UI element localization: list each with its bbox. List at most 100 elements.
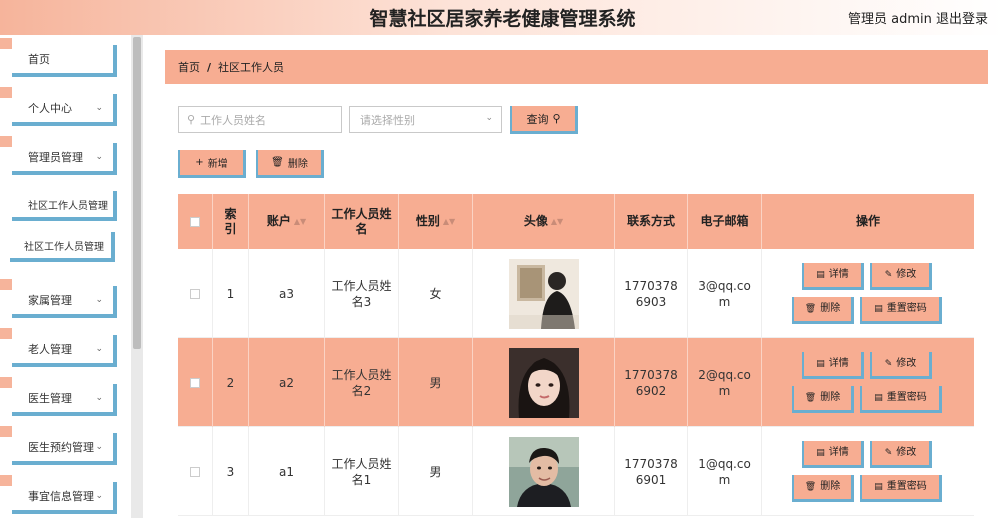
table-row: 2 a2 工作人员姓名2 男 17703786902 2@qq.com ▤ 详情 … — [178, 338, 974, 427]
column-header-phone[interactable]: 联系方式 — [615, 194, 688, 249]
app-header: 智慧社区居家养老健康管理系统 管理员 admin 退出登录 — [0, 0, 1005, 35]
edit-button[interactable]: ✎ 修改 — [870, 352, 932, 379]
column-header-label: 电子邮箱 — [700, 214, 749, 228]
column-header-gender[interactable]: 性别 ▲▼ — [399, 194, 473, 249]
pencil-icon: ✎ — [884, 359, 893, 369]
delete-button-label: 删除 — [820, 481, 841, 492]
reset-password-button-label: 重置密码 — [886, 481, 927, 492]
sidebar-item-staff-management-2[interactable]: 社区工作人员管理 — [10, 232, 115, 262]
column-header-label: 索引 — [224, 206, 237, 236]
logout-link[interactable]: 退出登录 — [936, 8, 988, 27]
reset-password-button[interactable]: ▤ 重置密码 — [860, 475, 942, 502]
plus-icon: + — [195, 157, 204, 168]
column-header-ops: 操作 — [762, 194, 974, 249]
row-checkbox[interactable] — [190, 377, 200, 388]
row-checkbox[interactable] — [190, 288, 200, 299]
reset-password-button[interactable]: ▤ 重置密码 — [860, 386, 942, 413]
query-button-label: 查询 — [526, 112, 549, 126]
column-header-name[interactable]: 工作人员姓名 — [325, 194, 399, 249]
sidebar-item-label: 社区工作人员管理 — [28, 200, 108, 212]
sidebar-item-doctor-management[interactable]: 医生管理 ⌄ — [0, 377, 117, 416]
phone-cell: 17703786901 — [615, 427, 688, 516]
edit-button[interactable]: ✎ 修改 — [870, 441, 932, 468]
sidebar-item-home[interactable]: 首页 — [0, 38, 117, 77]
staff-name-search-input[interactable]: ⚲ 工作人员姓名 — [178, 106, 342, 133]
add-button[interactable]: + 新增 — [178, 150, 246, 178]
gender-cell: 女 — [399, 249, 473, 338]
avatar[interactable] — [508, 258, 579, 329]
table-header: 索引 账户 ▲▼ 工作人员姓名 性别 ▲▼ 头像 ▲▼ 联系方式 电子邮箱 操作 — [178, 194, 974, 249]
chevron-down-icon: ⌄ — [95, 491, 103, 501]
email-text: 3@qq.com — [698, 278, 751, 309]
avatar-cell — [473, 338, 615, 427]
trash-icon: 🗑 — [271, 157, 284, 168]
sidebar-item-label: 事宜信息管理 — [28, 490, 94, 503]
reset-password-button[interactable]: ▤ 重置密码 — [860, 297, 942, 324]
sidebar-item-staff-management[interactable]: 社区工作人员管理 — [12, 191, 117, 221]
document-icon: ▤ — [874, 304, 883, 314]
ops-cell: ▤ 详情 ✎ 修改 🗑 删除 ▤ 重置密码 — [762, 338, 974, 427]
sidebar-item-elder-management[interactable]: 老人管理 ⌄ — [0, 328, 117, 367]
gender-select[interactable]: 请选择性别 ⌄ — [349, 106, 502, 133]
reset-password-button-label: 重置密码 — [886, 392, 927, 403]
edit-button-label: 修改 — [896, 358, 917, 369]
batch-delete-button[interactable]: 🗑 删除 — [256, 150, 324, 178]
delete-button[interactable]: 🗑 删除 — [792, 475, 854, 502]
delete-button[interactable]: 🗑 删除 — [792, 386, 854, 413]
name-text: 工作人员姓名3 — [331, 278, 392, 309]
sidebar-item-label: 家属管理 — [28, 294, 72, 307]
avatar[interactable] — [508, 436, 579, 507]
column-header-label: 操作 — [855, 214, 880, 228]
name-cell: 工作人员姓名2 — [325, 338, 399, 427]
delete-button[interactable]: 🗑 删除 — [792, 297, 854, 324]
name-text: 工作人员姓名2 — [331, 367, 392, 398]
select-all-checkbox[interactable] — [190, 216, 200, 227]
sidebar-item-affairs-management[interactable]: 事宜信息管理 ⌄ — [0, 475, 117, 514]
column-header-label: 账户 — [266, 214, 291, 228]
account-cell: a1 — [249, 427, 325, 516]
sidebar-item-personal-center[interactable]: 个人中心 ⌄ — [0, 87, 117, 126]
document-icon: ▤ — [816, 359, 825, 369]
account-cell: a2 — [249, 338, 325, 427]
name-text: 工作人员姓名1 — [331, 456, 392, 487]
detail-button[interactable]: ▤ 详情 — [802, 441, 864, 468]
search-icon: ⚲ — [187, 113, 196, 126]
breadcrumb-home[interactable]: 首页 — [178, 59, 200, 75]
delete-button-label: 删除 — [287, 159, 308, 170]
detail-button-label: 详情 — [828, 269, 849, 280]
sidebar-scrollbar-thumb[interactable] — [133, 37, 141, 349]
index-cell: 1 — [213, 249, 249, 338]
document-icon: ▤ — [874, 393, 883, 403]
ops-cell: ▤ 详情 ✎ 修改 🗑 删除 ▤ 重置密码 — [762, 249, 974, 338]
avatar[interactable] — [508, 347, 579, 418]
search-icon: ⚲ — [552, 112, 561, 125]
edit-button-label: 修改 — [896, 269, 917, 280]
chevron-down-icon: ⌄ — [95, 103, 103, 113]
column-header-email[interactable]: 电子邮箱 — [688, 194, 762, 249]
sidebar-item-label: 医生管理 — [28, 392, 72, 405]
search-placeholder: 工作人员姓名 — [200, 113, 267, 127]
sidebar-item-appointment-management[interactable]: 医生预约管理 ⌄ — [0, 426, 117, 465]
column-header-account[interactable]: 账户 ▲▼ — [249, 194, 325, 249]
detail-button[interactable]: ▤ 详情 — [802, 352, 864, 379]
trash-icon: 🗑 — [804, 393, 817, 403]
edit-button[interactable]: ✎ 修改 — [870, 263, 932, 290]
email-text: 2@qq.com — [698, 367, 751, 398]
email-cell: 3@qq.com — [688, 249, 762, 338]
sidebar-item-admin-management[interactable]: 管理员管理 ⌄ — [0, 136, 117, 175]
add-button-label: 新增 — [207, 159, 228, 170]
email-cell: 2@qq.com — [688, 338, 762, 427]
phone-cell: 17703786902 — [615, 338, 688, 427]
detail-button[interactable]: ▤ 详情 — [802, 263, 864, 290]
select-all-cell — [178, 194, 213, 249]
query-button[interactable]: 查询 ⚲ — [510, 106, 578, 134]
row-checkbox[interactable] — [190, 466, 200, 477]
column-header-avatar[interactable]: 头像 ▲▼ — [473, 194, 615, 249]
gender-select-placeholder: 请选择性别 — [360, 113, 415, 127]
index-cell: 2 — [213, 338, 249, 427]
sort-icon: ▲▼ — [293, 217, 307, 226]
trash-icon: 🗑 — [804, 482, 817, 492]
sidebar-item-family-management[interactable]: 家属管理 ⌄ — [0, 279, 117, 318]
name-cell: 工作人员姓名1 — [325, 427, 399, 516]
index-cell: 3 — [213, 427, 249, 516]
